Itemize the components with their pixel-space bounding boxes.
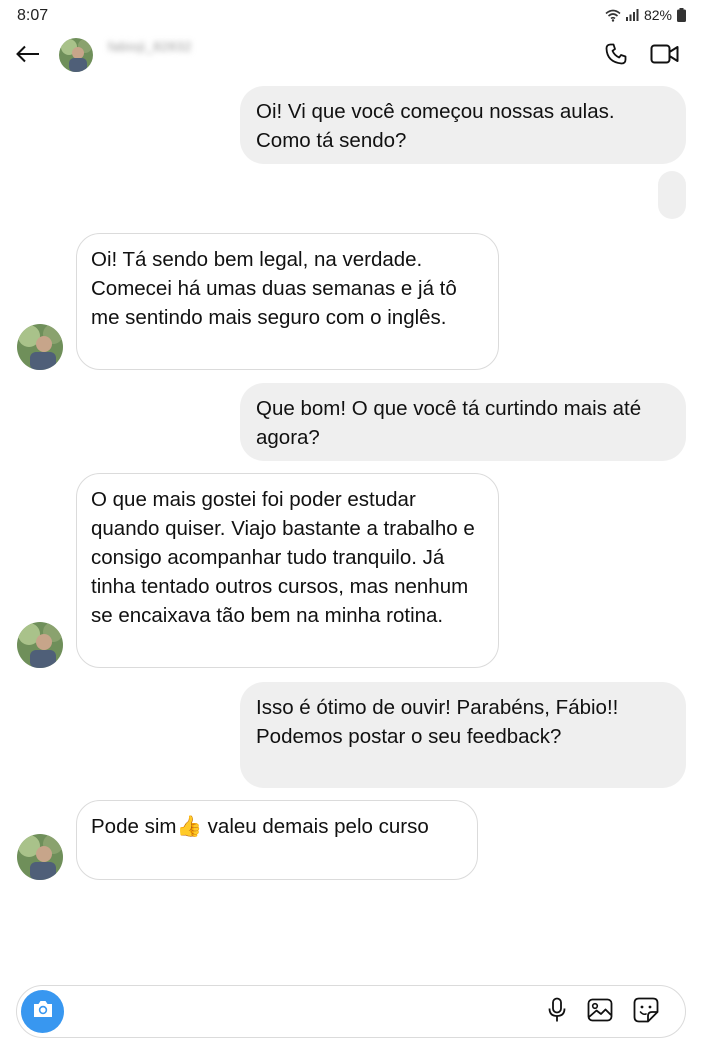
sticker-button[interactable] [631, 997, 661, 1027]
message-bubble-outgoing[interactable]: Que bom! O que você tá curtindo mais até… [240, 383, 686, 461]
arrow-left-icon [16, 45, 40, 68]
video-call-button[interactable] [647, 40, 683, 72]
camera-button[interactable] [21, 990, 64, 1033]
chat-header: fabioji_82832 [0, 34, 702, 78]
message-bubble-outgoing[interactable]: Oi! Vi que você começou nossas aulas. Co… [240, 86, 686, 164]
contact-name[interactable]: fabioji_82832 [108, 39, 192, 54]
message-bubble-outgoing[interactable]: Isso é ótimo de ouvir! Parabéns, Fábio!!… [240, 682, 686, 788]
sender-avatar [17, 622, 63, 668]
microphone-icon [547, 997, 567, 1028]
sender-avatar [17, 834, 63, 880]
sender-avatar [17, 324, 63, 370]
message-text: Oi! Tá sendo bem legal, na verdade. Come… [91, 248, 457, 329]
contact-avatar[interactable] [59, 38, 93, 72]
message-text: Pode sim👍 valeu demais pelo curso [91, 815, 429, 838]
phone-icon [604, 42, 628, 71]
status-time: 8:07 [17, 7, 49, 24]
battery-icon [677, 8, 686, 22]
video-camera-icon [650, 43, 680, 70]
message-composer [16, 985, 686, 1038]
status-bar: 8:07 82% [0, 0, 702, 34]
message-text: Que bom! O que você tá curtindo mais até… [256, 397, 642, 449]
message-bubble-incoming[interactable]: O que mais gostei foi poder estudar quan… [76, 473, 499, 668]
camera-icon [32, 999, 54, 1024]
image-icon [587, 998, 613, 1027]
message-text: Isso é ótimo de ouvir! Parabéns, Fábio!!… [256, 696, 619, 748]
message-text: O que mais gostei foi poder estudar quan… [91, 488, 475, 627]
battery-level: 82% [643, 7, 672, 23]
wifi-icon [605, 9, 621, 22]
message-input[interactable] [77, 996, 541, 1030]
voice-message-button[interactable] [543, 997, 571, 1027]
message-bubble-outgoing[interactable] [658, 171, 686, 219]
signal-icon [625, 9, 639, 21]
call-button[interactable] [600, 40, 632, 72]
sticker-icon [633, 997, 659, 1028]
back-button[interactable] [12, 40, 44, 72]
message-bubble-incoming[interactable]: Pode sim👍 valeu demais pelo curso [76, 800, 478, 880]
status-icons: 82% [605, 7, 686, 23]
message-text: Oi! Vi que você começou nossas aulas. Co… [256, 100, 615, 152]
gallery-button[interactable] [585, 997, 615, 1027]
message-bubble-incoming[interactable]: Oi! Tá sendo bem legal, na verdade. Come… [76, 233, 499, 370]
